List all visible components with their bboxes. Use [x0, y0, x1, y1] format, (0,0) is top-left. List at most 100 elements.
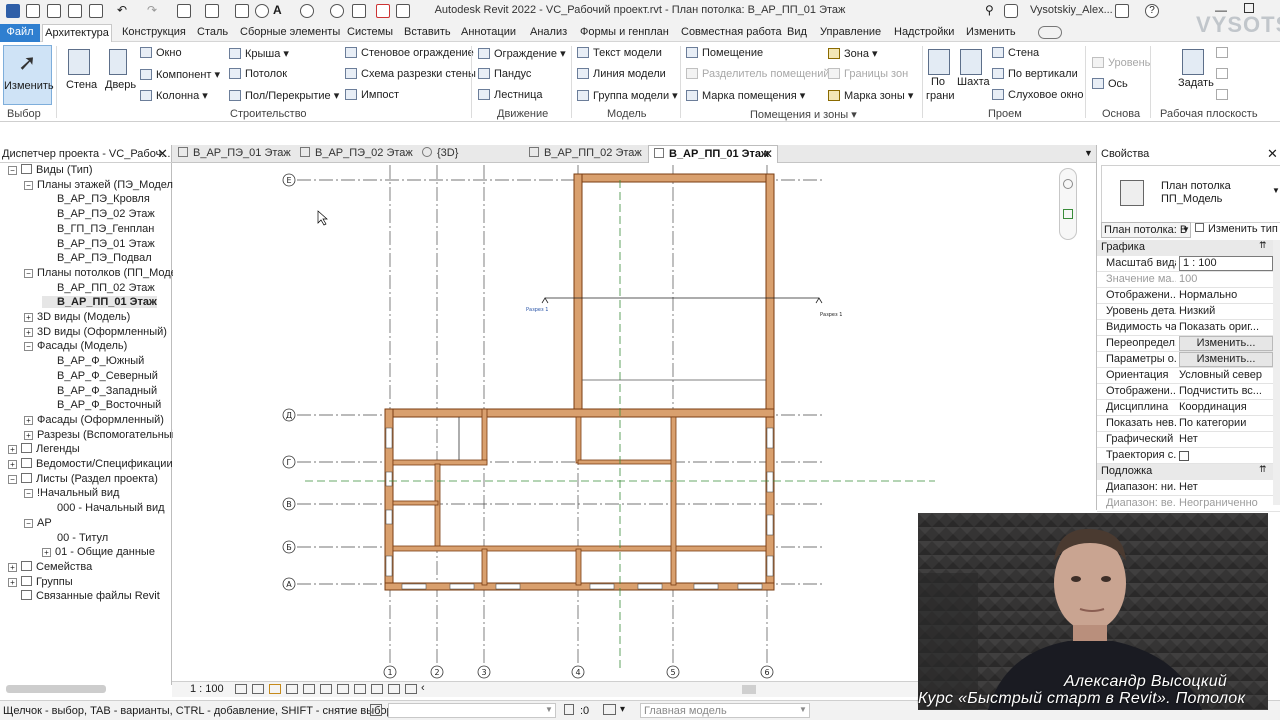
expand-icon[interactable]: + — [24, 415, 33, 425]
floor-button[interactable]: Пол/Перекрытие ▾ — [229, 89, 339, 102]
room-button[interactable]: Помещение — [686, 47, 763, 59]
properties-scrollbar[interactable] — [1273, 240, 1280, 505]
browser-item[interactable]: − Фасады (Модель) — [24, 340, 127, 352]
tab-architecture[interactable]: Архитектура — [42, 24, 112, 42]
browser-item[interactable]: + Фасады (Оформленный) — [24, 414, 164, 426]
tab-view[interactable]: Вид — [787, 26, 807, 38]
navigation-bar[interactable] — [1059, 168, 1077, 240]
expand-icon[interactable]: + — [24, 327, 33, 337]
ref-plane-icon[interactable] — [1216, 68, 1228, 79]
search-icon[interactable]: ⚲ — [985, 4, 999, 18]
browser-item[interactable]: + Разрезы (Вспомогательный — [24, 429, 178, 441]
browser-item[interactable]: 00 - Титул — [42, 532, 108, 544]
dormer-button[interactable]: Слуховое окно — [992, 89, 1084, 101]
show-crop-icon[interactable] — [303, 684, 315, 694]
section-graphics[interactable]: Графика ⇈ — [1097, 240, 1280, 256]
browser-item[interactable]: − !Начальный вид — [24, 487, 119, 499]
property-value[interactable]: Показать ориг... — [1179, 321, 1273, 333]
wall-button[interactable]: Стена — [60, 45, 100, 105]
mullion-button[interactable]: Импост — [345, 89, 399, 101]
panel-toggle-icon[interactable] — [1038, 26, 1062, 39]
tab-precast[interactable]: Сборные элементы — [240, 26, 340, 38]
browser-item[interactable]: В_ГП_ПЭ_Генплан — [42, 223, 154, 235]
property-value[interactable]: По категории — [1179, 417, 1273, 429]
expand-icon[interactable]: + — [42, 548, 51, 558]
roof-button[interactable]: Крыша ▾ — [229, 47, 289, 60]
property-value[interactable]: Низкий — [1179, 305, 1273, 317]
level-button[interactable]: Уровень — [1092, 57, 1150, 69]
collapse-icon[interactable]: − — [24, 180, 33, 190]
browser-item[interactable]: В_АР_ПЭ_Подвал — [42, 252, 152, 264]
area-button[interactable]: Зона ▾ — [828, 47, 878, 60]
column-button[interactable]: Колонна ▾ — [140, 89, 208, 102]
highlight-icon[interactable] — [388, 684, 400, 694]
expand-icon[interactable]: + — [8, 445, 17, 455]
expand-icon[interactable]: + — [8, 562, 17, 572]
by-face-button[interactable]: По грани — [926, 45, 954, 103]
collapse-icon[interactable]: − — [24, 268, 33, 278]
browser-item[interactable]: +3D виды (Модель) — [24, 311, 130, 323]
browser-item[interactable]: + Группы — [8, 575, 73, 588]
lock-3d-icon[interactable] — [354, 684, 366, 694]
browser-item[interactable]: В_АР_ПЭ_02 Этаж — [42, 208, 155, 220]
type-selector[interactable]: План потолка ПП_Модель ▼ — [1101, 165, 1280, 223]
vertical-opening-button[interactable]: По вертикали — [992, 68, 1078, 80]
browser-item[interactable]: − Планы потолков (ПП_Моде. — [24, 267, 180, 279]
tab-annotate[interactable]: Аннотации — [461, 26, 516, 38]
steering-wheel-icon[interactable] — [1063, 179, 1073, 189]
tab-manage[interactable]: Управление — [820, 26, 881, 38]
collapse-icon[interactable]: − — [24, 342, 33, 352]
grid-button[interactable]: Ось — [1092, 78, 1128, 90]
expand-icon[interactable]: + — [24, 430, 33, 440]
show-plane-icon[interactable] — [1216, 47, 1228, 58]
horizontal-scrollbar[interactable] — [742, 685, 756, 694]
tab-analyze[interactable]: Анализ — [530, 26, 567, 38]
ramp-button[interactable]: Пандус — [478, 68, 531, 80]
user-icon[interactable] — [1004, 4, 1018, 18]
tab-steel[interactable]: Сталь — [197, 26, 228, 38]
doc-tab[interactable]: {3D} — [422, 147, 458, 159]
property-checkbox[interactable] — [1179, 451, 1189, 461]
modify-button[interactable]: ➚ Изменить — [3, 45, 54, 105]
doc-tab[interactable]: В_АР_ПП_02 Этаж — [529, 147, 642, 159]
analytical-icon[interactable] — [371, 684, 383, 694]
door-button[interactable]: Дверь — [103, 45, 137, 105]
reveal-hidden-icon[interactable] — [337, 684, 349, 694]
zoom-icon[interactable] — [1063, 209, 1073, 219]
ceiling-button[interactable]: Потолок — [229, 68, 287, 80]
collapse-icon[interactable]: − — [24, 518, 33, 528]
browser-item[interactable]: В_АР_Ф_Восточный — [42, 399, 161, 411]
shaft-button[interactable]: Шахта — [955, 45, 990, 103]
wall-opening-button[interactable]: Стена — [992, 47, 1039, 59]
browser-item[interactable]: В_АР_ПЭ_01 Этаж — [42, 238, 155, 250]
browser-item[interactable]: В_АР_Ф_Южный — [42, 355, 144, 367]
expand-icon[interactable]: + — [24, 313, 33, 322]
hide-elements-icon[interactable] — [405, 684, 417, 694]
design-options-icon[interactable] — [603, 704, 616, 715]
property-value[interactable]: Нет — [1179, 481, 1273, 493]
browser-item[interactable]: − Планы этажей (ПЭ_Модель — [24, 179, 179, 191]
browser-item[interactable]: − АР — [24, 517, 52, 529]
cart-icon[interactable] — [1115, 4, 1129, 18]
section-underlay[interactable]: Подложка ⇈ — [1097, 464, 1280, 480]
scale-input[interactable]: 1 : 100 — [1179, 256, 1273, 271]
viewer-icon[interactable] — [1216, 89, 1228, 100]
crop-view-icon[interactable] — [286, 684, 298, 694]
browser-item[interactable]: 000 - Начальный вид — [42, 502, 165, 514]
group-room-area[interactable]: Помещения и зоны ▾ — [750, 108, 857, 121]
model-text-button[interactable]: Текст модели — [577, 47, 662, 59]
workset-dropdown[interactable]: ▼ — [388, 703, 556, 718]
browser-item[interactable]: + Ведомости/Спецификации (Н — [8, 458, 187, 470]
sun-path-icon[interactable] — [269, 684, 281, 694]
visual-style-icon[interactable] — [252, 684, 264, 694]
model-group-button[interactable]: Группа модели ▾ — [577, 89, 678, 102]
tab-modify[interactable]: Изменить — [966, 26, 1016, 38]
collapse-icon[interactable]: − — [8, 474, 17, 484]
property-value[interactable]: Подчистить вс... — [1179, 385, 1273, 397]
tab-structure[interactable]: Конструкция — [122, 26, 186, 38]
collapse-icon[interactable]: − — [8, 166, 17, 175]
doc-tab[interactable]: В_АР_ПЭ_02 Этаж — [300, 147, 413, 159]
area-boundary-button[interactable]: Границы зон — [828, 68, 908, 80]
browser-item[interactable]: В_АР_ПП_01 Этаж — [42, 296, 157, 309]
property-value[interactable]: Нет — [1179, 433, 1273, 445]
